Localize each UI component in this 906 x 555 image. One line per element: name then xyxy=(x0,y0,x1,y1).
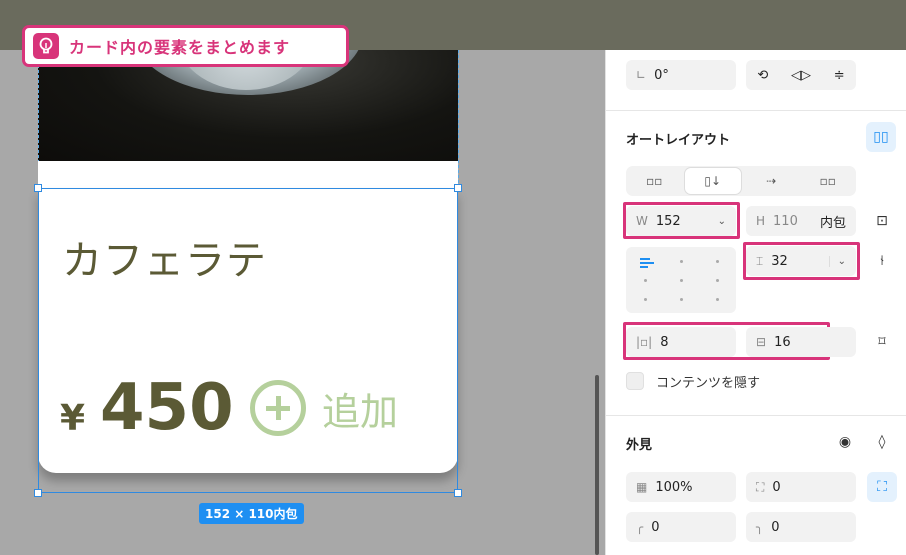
height-value: 110 xyxy=(773,213,798,229)
selection-size-badge: 152 × 110内包 xyxy=(199,503,304,524)
align-indicator xyxy=(640,262,654,264)
align-dot[interactable] xyxy=(716,298,719,301)
autolayout-title: オートレイアウト xyxy=(626,133,731,148)
height-mode: 内包 xyxy=(819,215,846,231)
align-indicator xyxy=(640,266,648,268)
highlight-width xyxy=(623,202,740,239)
autolayout-settings-icon[interactable]: ▯▯ xyxy=(866,122,896,152)
tip-banner: カード内の要素をまとめます xyxy=(22,25,349,67)
resize-handle-top-right[interactable] xyxy=(454,184,462,192)
padding-vertical-value: 16 xyxy=(774,334,791,350)
corner-top-left-icon: ╭ xyxy=(636,520,644,534)
canvas-scrollbar[interactable] xyxy=(595,375,599,555)
angle-icon: ∟ xyxy=(636,68,647,82)
individual-padding-icon[interactable]: ⌑ xyxy=(867,327,897,357)
align-dot[interactable] xyxy=(680,298,683,301)
align-dot[interactable] xyxy=(644,298,647,301)
opacity-value: 100% xyxy=(655,479,693,495)
align-dot[interactable] xyxy=(644,279,647,282)
clip-content-label: コンテンツを隠す xyxy=(656,376,761,391)
align-dot[interactable] xyxy=(716,279,719,282)
selection-box[interactable] xyxy=(38,188,458,493)
corner-radius-value: 0 xyxy=(772,479,781,495)
layout-free-icon[interactable]: ▫▫ xyxy=(626,166,683,196)
align-dot[interactable] xyxy=(716,260,719,263)
resize-handle-top-left[interactable] xyxy=(34,184,42,192)
divider xyxy=(606,110,906,111)
corner-top-left-value: 0 xyxy=(651,519,660,535)
corner-top-left-field[interactable]: ╭ 0 xyxy=(626,512,736,542)
highlight-gap xyxy=(743,242,860,280)
eye-icon[interactable]: ◉ xyxy=(830,427,860,457)
tip-text: カード内の要素をまとめます xyxy=(69,38,291,57)
layout-direction-toggle[interactable]: ▫▫ ▯↓ ⇢ ▫▫ xyxy=(626,166,856,196)
card-top-area xyxy=(38,161,458,188)
flip-horizontal-icon[interactable]: ◁▷ xyxy=(791,68,811,83)
flip-vertical-icon[interactable]: ≑ xyxy=(834,68,845,83)
sliders-icon[interactable]: ⫮ xyxy=(867,246,897,276)
properties-panel: ∟ 0° ⟲ ◁▷ ≑ オートレイアウト ▯▯ ▫▫ ▯↓ ⇢ ▫▫ W 152… xyxy=(605,50,906,555)
divider xyxy=(606,415,906,416)
height-field[interactable]: H 110 内包 xyxy=(746,206,856,236)
padding-vertical-field[interactable]: ⊟ 16 xyxy=(746,327,856,357)
layout-horizontal-icon[interactable]: ⇢ xyxy=(743,166,800,196)
appearance-title: 外見 xyxy=(626,438,653,453)
corner-top-right-icon: ╮ xyxy=(756,520,764,534)
corner-radius-field[interactable]: ⛶ 0 xyxy=(746,472,856,502)
alignment-grid[interactable] xyxy=(626,247,736,313)
layout-grid-icon[interactable]: ▫▫ xyxy=(800,166,857,196)
droplet-icon[interactable]: ◊ xyxy=(867,427,897,457)
independent-corners-icon[interactable]: ⛶ xyxy=(867,472,897,502)
vertical-padding-icon: ⊟ xyxy=(756,335,767,349)
resize-handle-bottom-left[interactable] xyxy=(34,489,42,497)
transform-buttons: ⟲ ◁▷ ≑ xyxy=(746,60,856,90)
rotation-field[interactable]: ∟ 0° xyxy=(626,60,736,90)
opacity-icon: ▦ xyxy=(636,480,648,494)
align-dot[interactable] xyxy=(680,279,683,282)
resize-handle-bottom-right[interactable] xyxy=(454,489,462,497)
corner-top-right-field[interactable]: ╮ 0 xyxy=(746,512,856,542)
rotate-icon[interactable]: ⟲ xyxy=(757,68,768,83)
corner-radius-icon: ⛶ xyxy=(756,479,765,494)
align-dot[interactable] xyxy=(680,260,683,263)
corner-top-right-value: 0 xyxy=(771,519,780,535)
lightbulb-icon xyxy=(33,33,59,59)
opacity-field[interactable]: ▦ 100% xyxy=(626,472,736,502)
frame-guide-right xyxy=(458,50,459,188)
align-indicator xyxy=(640,258,650,260)
layout-vertical-icon[interactable]: ▯↓ xyxy=(684,168,741,194)
height-label: H xyxy=(756,214,766,228)
resize-to-fit-icon[interactable]: ⊡ xyxy=(867,206,897,236)
clip-content-checkbox[interactable] xyxy=(626,372,644,390)
rotation-value: 0° xyxy=(654,67,669,83)
